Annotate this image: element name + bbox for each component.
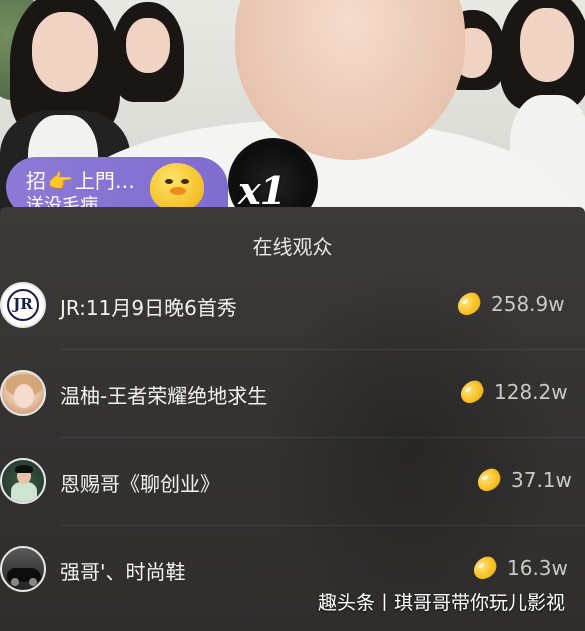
duck-gift-icon bbox=[150, 163, 204, 211]
gold-bean-icon bbox=[473, 465, 505, 495]
gift-banner-line1: 招 👉 上門… bbox=[26, 169, 135, 193]
avatar[interactable] bbox=[0, 458, 46, 504]
avatar-initials: JR bbox=[13, 295, 33, 313]
online-audience-panel: 在线观众 JR JR:11月9日晚6首秀 258.9w 温柚-王者荣耀绝地求生 … bbox=[0, 207, 585, 631]
viewer-score: 16.3w bbox=[507, 556, 568, 580]
viewer-row[interactable]: JR JR:11月9日晚6首秀 258.9w bbox=[0, 262, 585, 350]
viewer-name: 强哥'、时尚鞋 bbox=[60, 560, 186, 584]
viewer-score: 128.2w bbox=[494, 380, 568, 404]
panel-title: 在线观众 bbox=[252, 235, 333, 259]
viewer-name: JR:11月9日晚6首秀 bbox=[60, 296, 237, 320]
viewer-score: 37.1w bbox=[511, 468, 572, 492]
gold-bean-icon bbox=[453, 289, 485, 319]
viewer-row[interactable]: 恩赐哥《聊创业》 37.1w bbox=[0, 438, 585, 526]
viewer-name: 恩赐哥《聊创业》 bbox=[60, 472, 220, 496]
avatar[interactable] bbox=[0, 546, 46, 592]
avatar[interactable]: JR bbox=[0, 282, 46, 328]
viewer-name: 温柚-王者荣耀绝地求生 bbox=[60, 384, 268, 408]
live-video: 招 👉 上門… 送没毛病 x1 bbox=[0, 0, 585, 215]
watermark: 趣头条丨琪哥哥带你玩儿影视 bbox=[317, 592, 565, 614]
viewer-row[interactable]: 温柚-王者荣耀绝地求生 128.2w bbox=[0, 350, 585, 438]
gold-bean-icon bbox=[469, 553, 501, 583]
pointing-hand-icon: 👉 bbox=[48, 169, 73, 193]
avatar[interactable] bbox=[0, 370, 46, 416]
viewer-score: 258.9w bbox=[491, 292, 565, 316]
gold-bean-icon bbox=[456, 377, 488, 407]
